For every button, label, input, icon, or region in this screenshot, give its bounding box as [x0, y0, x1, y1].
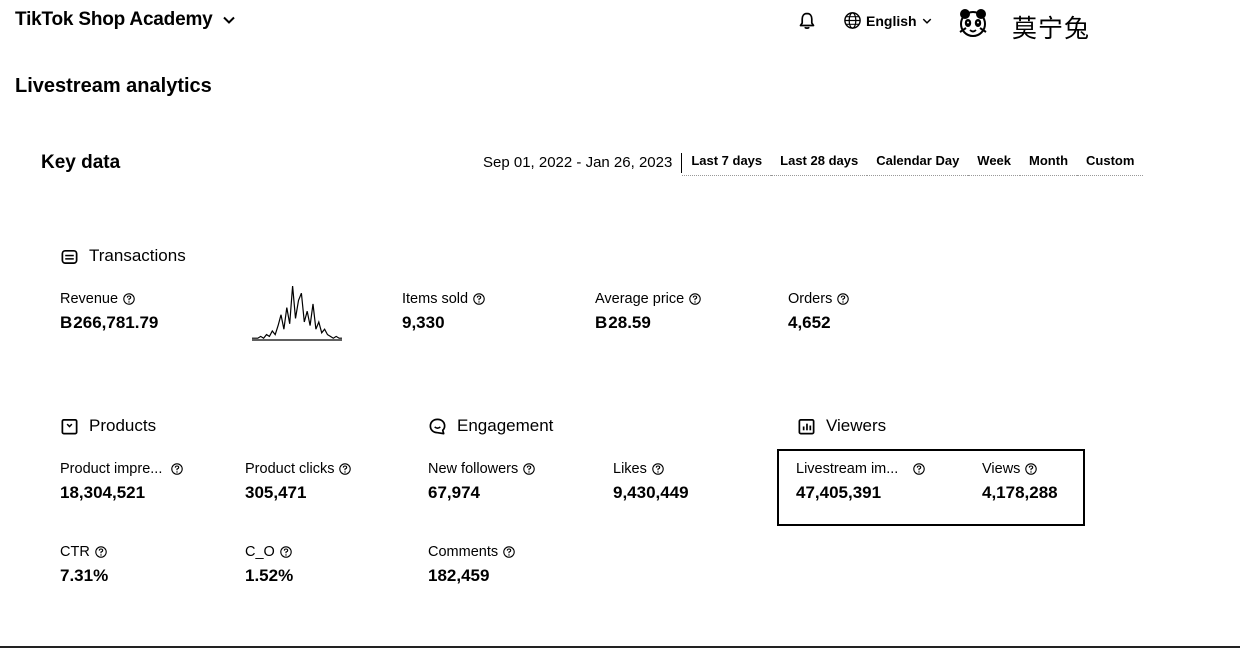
help-circle-icon[interactable]	[913, 463, 926, 475]
help-circle-icon[interactable]	[95, 546, 107, 558]
period-custom[interactable]: Custom	[1077, 150, 1144, 176]
metric-orders[interactable]: Orders 4,652	[788, 291, 850, 333]
help-circle-icon[interactable]	[473, 293, 485, 305]
metric-new-followers[interactable]: New followers 67,974	[428, 461, 535, 503]
metric-label: Livestream im...	[796, 461, 899, 477]
metric-label: Items sold	[402, 291, 469, 307]
metric-likes[interactable]: Likes 9,430,449	[613, 461, 689, 503]
help-circle-icon[interactable]	[523, 463, 535, 475]
metric-product-impressions[interactable]: Product impre... 18,304,521	[60, 461, 184, 503]
currency-symbol: B	[60, 313, 73, 332]
metric-value: 18,304,521	[60, 483, 146, 502]
metric-label: C_O	[245, 544, 275, 560]
help-circle-icon[interactable]	[339, 463, 352, 475]
metric-label: Revenue	[60, 291, 119, 307]
metric-ctr[interactable]: CTR 7.31%	[60, 544, 108, 586]
revenue-sparkline	[252, 285, 342, 341]
help-circle-icon[interactable]	[1025, 463, 1038, 475]
help-circle-icon[interactable]	[689, 293, 701, 305]
metric-value: 1.52%	[245, 566, 294, 585]
language-selector[interactable]: English	[843, 11, 933, 30]
date-filter-bar: Sep 01, 2022 - Jan 26, 2023 Last 7 days …	[483, 150, 1144, 176]
key-data-title: Key data	[41, 152, 121, 173]
username: 莫宁兔	[1012, 14, 1091, 43]
metric-average-price[interactable]: Average price B28.59	[595, 291, 701, 333]
section-title: Viewers	[826, 416, 887, 435]
section-title: Products	[89, 416, 157, 435]
metric-value: 67,974	[428, 483, 480, 502]
sparkline-line	[252, 285, 342, 339]
metric-views[interactable]: Views 4,178,288	[982, 461, 1058, 503]
divider	[0, 646, 1240, 648]
metric-label: Likes	[613, 461, 647, 477]
section-engagement-header: Engagement	[428, 416, 553, 436]
section-transactions-header: Transactions	[60, 246, 186, 266]
metric-value: 182,459	[428, 566, 490, 585]
brand-name: TikTok Shop Academy	[15, 9, 213, 30]
metric-label: Product impre...	[60, 461, 163, 477]
date-range-picker[interactable]: Sep 01, 2022 - Jan 26, 2023	[483, 153, 683, 173]
help-circle-icon[interactable]	[652, 463, 664, 475]
chevron-down-icon	[922, 18, 931, 24]
globe-icon	[844, 12, 861, 29]
section-title: Transactions	[89, 246, 186, 265]
viewers-icon	[798, 418, 815, 434]
help-circle-icon[interactable]	[171, 463, 184, 475]
page-title: Livestream analytics	[15, 75, 212, 97]
period-last-7-days[interactable]: Last 7 days	[682, 150, 772, 176]
metric-product-clicks[interactable]: Product clicks 305,471	[245, 461, 352, 503]
section-title: Engagement	[457, 416, 554, 435]
metric-value: 9,430,449	[613, 483, 689, 502]
metric-label: Product clicks	[245, 461, 335, 477]
period-week[interactable]: Week	[968, 150, 1021, 176]
chat-icon	[429, 418, 446, 434]
language-label: English	[866, 12, 917, 29]
receipt-icon	[61, 249, 78, 264]
section-viewers-header: Viewers	[797, 416, 886, 436]
metric-value: 28.59	[608, 313, 651, 332]
metric-label: Average price	[595, 291, 685, 307]
metric-livestream-impressions[interactable]: Livestream im... 47,405,391	[796, 461, 926, 503]
metric-value: 4,652	[788, 313, 831, 332]
metric-value: 4,178,288	[982, 483, 1058, 502]
metric-label: New followers	[428, 461, 519, 477]
period-month[interactable]: Month	[1020, 150, 1078, 176]
bell-icon[interactable]	[797, 11, 817, 31]
help-circle-icon[interactable]	[837, 293, 850, 305]
metric-label: Views	[982, 461, 1021, 477]
metric-value: 7.31%	[60, 566, 109, 585]
metric-value: 266,781.79	[73, 313, 159, 332]
currency-symbol: B	[595, 313, 608, 332]
box-icon	[61, 418, 78, 434]
help-circle-icon[interactable]	[123, 293, 135, 305]
period-last-28-days[interactable]: Last 28 days	[771, 150, 868, 176]
avatar[interactable]	[956, 6, 990, 40]
metric-label: Orders	[788, 291, 833, 307]
period-calendar-day[interactable]: Calendar Day	[867, 150, 969, 176]
metric-items-sold[interactable]: Items sold 9,330	[402, 291, 485, 333]
help-circle-icon[interactable]	[503, 546, 515, 558]
section-products-header: Products	[60, 416, 156, 436]
metric-label: CTR	[60, 544, 90, 560]
brand-menu[interactable]: TikTok Shop Academy	[15, 9, 237, 31]
metric-value: 9,330	[402, 313, 445, 332]
metric-revenue[interactable]: Revenue B266,781.79	[60, 291, 158, 333]
metric-comments[interactable]: Comments 182,459	[428, 544, 515, 586]
metric-c-o[interactable]: C_O 1.52%	[245, 544, 293, 586]
chevron-down-icon	[222, 16, 235, 24]
metric-label: Comments	[428, 544, 499, 560]
help-circle-icon[interactable]	[280, 546, 292, 558]
metric-value: 305,471	[245, 483, 307, 502]
metric-value: 47,405,391	[796, 483, 882, 502]
